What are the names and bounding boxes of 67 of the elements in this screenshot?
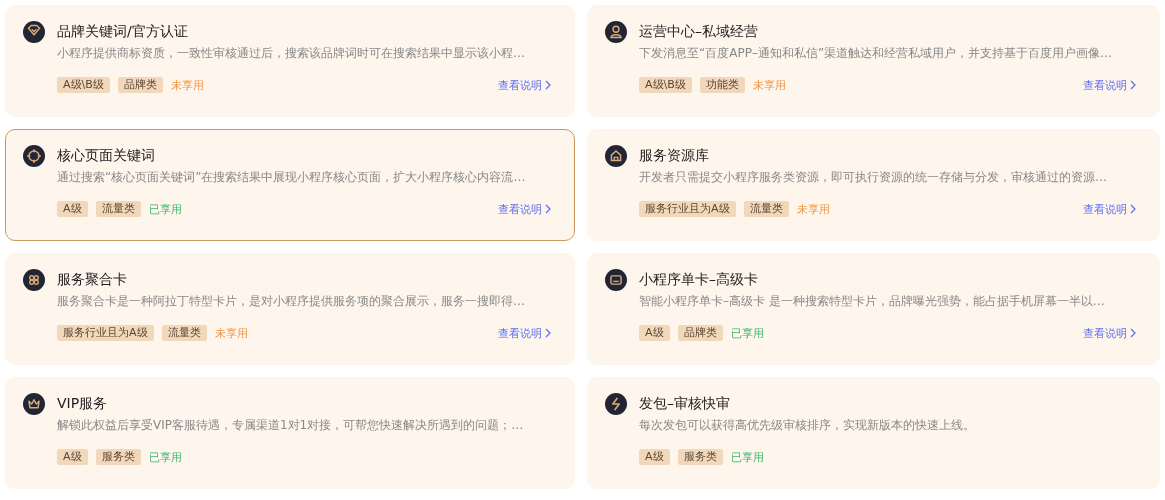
status-text: 已享用 [148,449,182,465]
view-details-link[interactable]: 查看说明 [498,77,552,93]
card-background[interactable]: VIP服务 解锁此权益后享受VIP客服待遇，专属渠道1对1对接，可帮您快速解决所遇到的问题；… A级 服务类 已享用 [5,377,575,489]
card-title: VIP服务 [57,394,109,413]
view-details-link[interactable]: 查看说明 [498,201,552,217]
tag: 功能类 [699,77,745,93]
view-details-link[interactable]: 查看说明 [498,325,552,341]
status-text: 未享用 [796,201,830,217]
card-title: 品牌关键词/官方认证 [57,22,189,41]
tag: 品牌类 [117,77,163,93]
status-text: 已享用 [730,449,764,465]
card-title: 服务资源库 [639,146,710,165]
card-background[interactable]: 服务聚合卡 服务聚合卡是一种阿拉丁特型卡片，是对小程序提供服务项的聚合展示，服务一搜即得… 服务行业且为A级 流量类 未享用 查看说明 [5,253,575,365]
tag: A级\B级 [639,77,692,93]
chevron-icon [1129,204,1137,214]
tag: 服务类 [677,449,723,465]
card-background[interactable]: 运营中心–私域经营 下发消息至“百度APP–通知和私信”渠道触达和经营私域用户，并支持基于百度用户画像… A级\B级 功能类 未享用 查看说明 [587,5,1160,117]
card-description: 小程序提供商标资质，一致性审核通过后，搜索该品牌词时可在搜索结果中显示该小程… [57,45,526,62]
view-details-link[interactable]: 查看说明 [1083,201,1137,217]
tag: A级 [639,449,670,465]
view-details-link[interactable]: 查看说明 [1083,77,1137,93]
tag: 服务类 [95,449,141,465]
chevron-icon [1129,80,1137,90]
card-background[interactable]: 服务资源库 开发者只需提交小程序服务类资源，即可执行资源的统一存储与分发，审核通过的资源… 服务行业且为A级 流量类 未享用 查看说明 [587,129,1160,241]
crown-icon [23,393,45,415]
tag: 流量类 [161,325,207,341]
user-icon [605,21,627,43]
tag: A级 [639,325,670,341]
chevron-icon [544,80,552,90]
card-description: 下发消息至“百度APP–通知和私信”渠道触达和经营私域用户，并支持基于百度用户画像… [639,45,1114,62]
tag: A级 [57,201,88,217]
tag: 服务行业且为A级 [639,201,736,217]
tag: A级\B级 [57,77,110,93]
chevron-icon [1129,328,1137,338]
card-description: 解锁此权益后享受VIP客服待遇，专属渠道1对1对接，可帮您快速解决所遇到的问题；… [57,417,525,434]
card-description: 智能小程序单卡–高级卡 是一种搜索特型卡片，品牌曝光强势，能占据手机屏幕一半以… [639,293,1106,310]
card-title: 运营中心–私域经营 [639,22,759,41]
card-background[interactable]: 发包–审核快审 每次发包可以获得高优先级审核排序，实现新版本的快速上线。 A级 服务类 已享用 [587,377,1160,489]
bolt-icon [605,393,627,415]
tag: 流量类 [743,201,789,217]
card-title: 小程序单卡–高级卡 [639,270,759,289]
home-icon [605,145,627,167]
status-text: 已享用 [148,201,182,217]
card-background[interactable]: 品牌关键词/官方认证 小程序提供商标资质，一致性审核通过后，搜索该品牌词时可在搜索结果中显示该小程… A级\B级 品牌类 未享用 查看说明 [5,5,575,117]
status-text: 未享用 [214,325,248,341]
chevron-icon [544,328,552,338]
card-description: 服务聚合卡是一种阿拉丁特型卡片，是对小程序提供服务项的聚合展示，服务一搜即得… [57,293,526,310]
chevron-icon [544,204,552,214]
tag: 流量类 [95,201,141,217]
card-background[interactable]: 小程序单卡–高级卡 智能小程序单卡–高级卡 是一种搜索特型卡片，品牌曝光强势，能占据手机屏幕一半以… A级 品牌类 已享用 查看说明 [587,253,1160,365]
card-description: 通过搜索“核心页面关键词”在搜索结果中展现小程序核心页面，扩大小程序核心内容流… [57,169,527,186]
tag: 品牌类 [677,325,723,341]
tag: 服务行业且为A级 [57,325,154,341]
view-details-link[interactable]: 查看说明 [1083,325,1137,341]
card-description: 开发者只需提交小程序服务类资源，即可执行资源的统一存储与分发，审核通过的资源… [639,169,1108,186]
status-text: 未享用 [170,77,204,93]
card-title: 核心页面关键词 [57,146,156,165]
tag: A级 [57,449,88,465]
card-background[interactable]: 核心页面关键词 通过搜索“核心页面关键词”在搜索结果中展现小程序核心页面，扩大小程序核心内容流… A级 流量类 已享用 查看说明 [5,129,575,241]
card-title: 发包–审核快审 [639,394,731,413]
target-icon [23,145,45,167]
clover-icon [23,269,45,291]
card-icon [605,269,627,291]
status-text: 已享用 [730,325,764,341]
card-description: 每次发包可以获得高优先级审核排序，实现新版本的快速上线。 [639,417,976,434]
card-title: 服务聚合卡 [57,270,128,289]
status-text: 未享用 [752,77,786,93]
